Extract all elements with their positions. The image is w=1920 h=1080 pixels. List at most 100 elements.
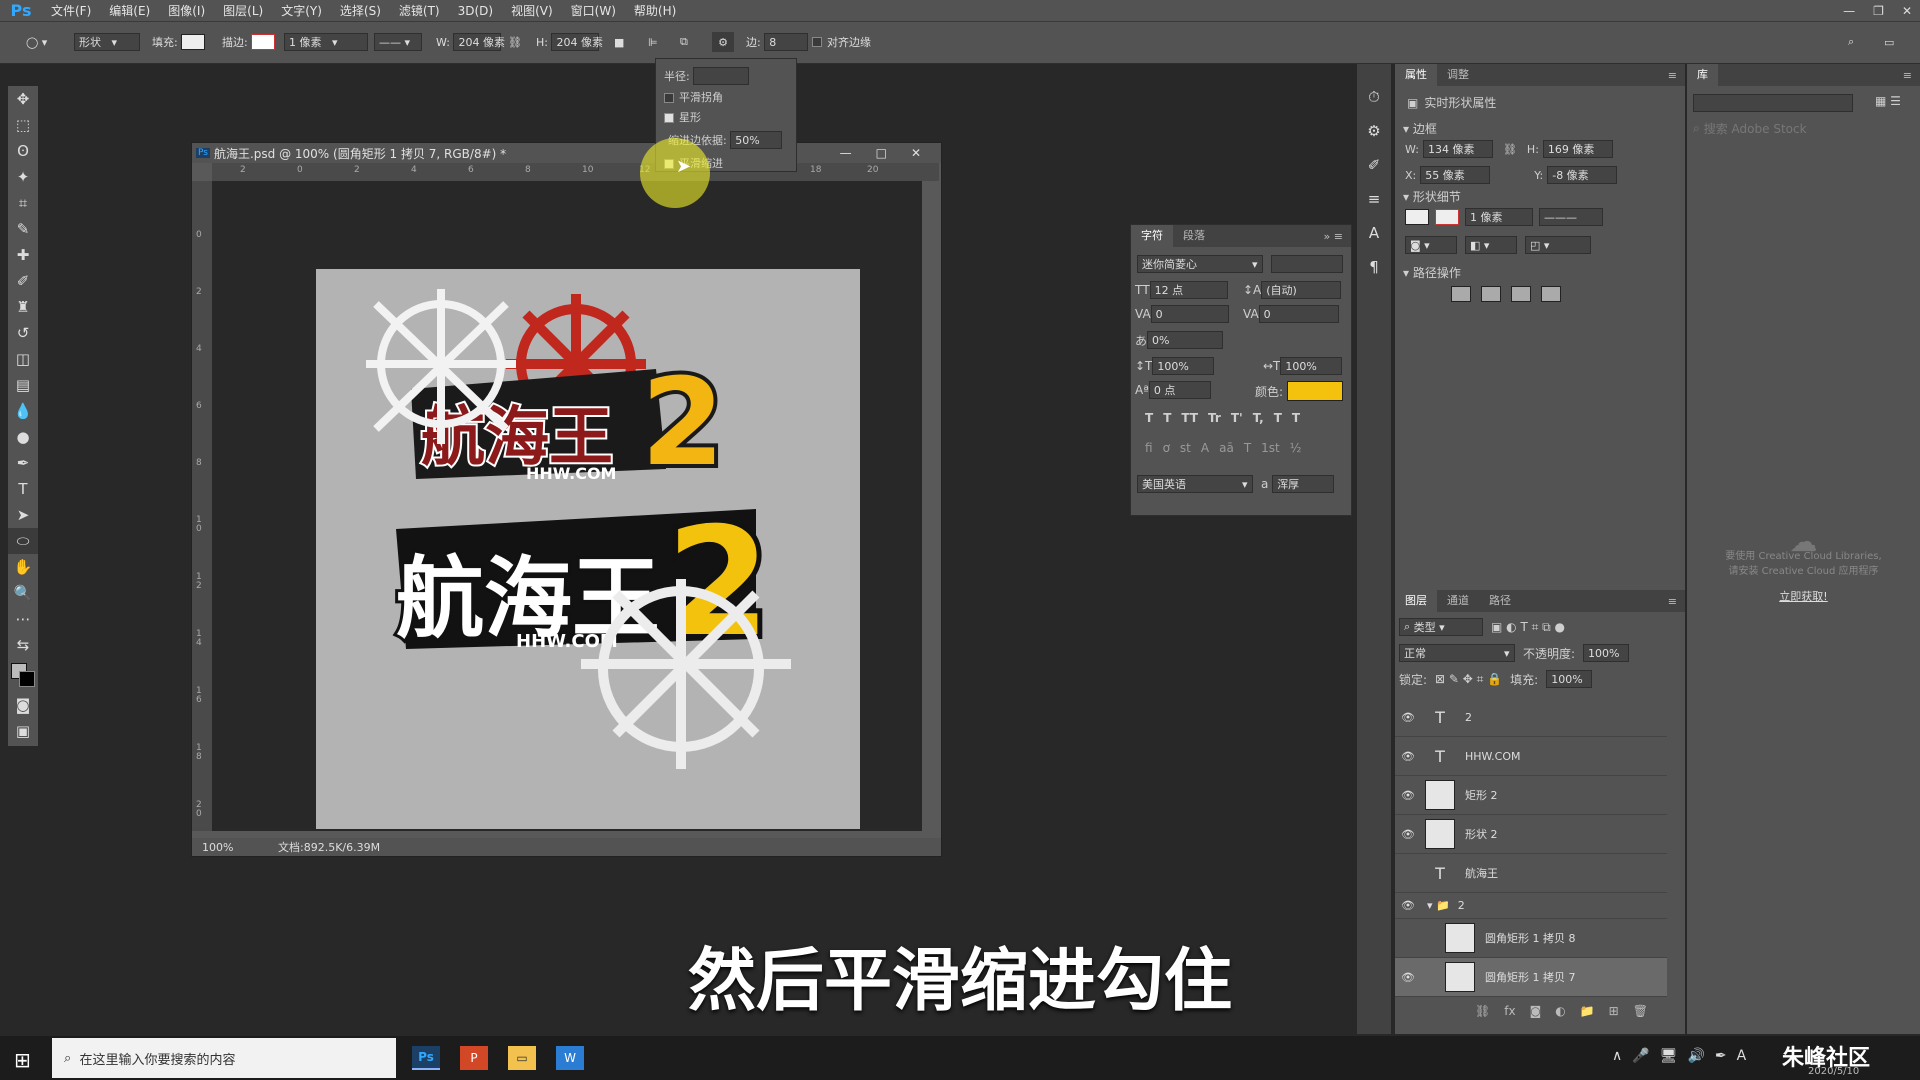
opacity-field[interactable]: 100% bbox=[1583, 644, 1630, 662]
zoom-level[interactable]: 100% bbox=[192, 841, 244, 854]
width-field[interactable]: 204 像素 bbox=[453, 33, 505, 51]
tab-character[interactable]: 字符 bbox=[1131, 225, 1173, 247]
vertical-scale-field[interactable]: 100% bbox=[1152, 357, 1215, 375]
stroke-size-select[interactable]: 1 像素 ▾ bbox=[284, 33, 368, 51]
subtract-shape-icon[interactable] bbox=[1481, 286, 1501, 302]
dodge-tool-icon[interactable]: ● bbox=[8, 424, 38, 450]
search-icon[interactable]: ⌕ bbox=[1848, 32, 1854, 52]
volume-icon[interactable]: 🔊 bbox=[1687, 1048, 1704, 1064]
blend-mode-select[interactable]: 正常 ▾ bbox=[1399, 644, 1515, 662]
star-checkbox[interactable] bbox=[664, 113, 674, 123]
photoshop-taskbar-icon[interactable]: Ps bbox=[412, 1046, 440, 1070]
menu-item[interactable]: 帮助(H) bbox=[625, 0, 685, 22]
type-tool-icon[interactable]: T bbox=[8, 476, 38, 502]
lasso-tool-icon[interactable]: ʘ bbox=[8, 138, 38, 164]
opentype-button[interactable]: 1st bbox=[1261, 441, 1280, 455]
font-size-field[interactable]: 12 点 bbox=[1149, 281, 1228, 299]
layer-row[interactable]: 👁 形状 2 bbox=[1395, 815, 1667, 854]
prop-width-field[interactable]: 134 像素 bbox=[1422, 140, 1493, 158]
path-ops-icon[interactable]: ■ bbox=[614, 32, 624, 52]
minimize-icon[interactable]: — bbox=[1843, 4, 1855, 18]
tab-paths[interactable]: 路径 bbox=[1479, 590, 1521, 612]
network-icon[interactable]: 🖥 bbox=[1660, 1048, 1678, 1064]
layer-filter-select[interactable]: ⌕ 类型 ▾ bbox=[1399, 618, 1483, 636]
microphone-icon[interactable]: 🎤 bbox=[1632, 1048, 1649, 1064]
path-arrange-icon[interactable]: ⧉ bbox=[680, 32, 688, 52]
clone-stamp-icon[interactable]: ♜ bbox=[8, 294, 38, 320]
kerning-field[interactable]: 0 bbox=[1150, 305, 1229, 323]
visibility-eye-icon[interactable]: 👁 bbox=[1395, 750, 1421, 763]
file-explorer-icon[interactable]: ▭ bbox=[508, 1046, 536, 1070]
crop-tool-icon[interactable]: ⌗ bbox=[8, 190, 38, 216]
brush-tool-icon[interactable]: ✐ bbox=[8, 268, 38, 294]
pen-icon[interactable]: ✒ bbox=[1715, 1048, 1727, 1064]
tsume-field[interactable]: 0% bbox=[1147, 331, 1224, 349]
type-style-button[interactable]: T, bbox=[1253, 411, 1264, 425]
sides-field[interactable]: 8 bbox=[764, 33, 809, 51]
text-color-swatch[interactable] bbox=[1286, 381, 1343, 401]
properties-icon[interactable]: ⚙ bbox=[1359, 118, 1389, 144]
taskbar-search[interactable]: ⌕ 在这里输入你要搜索的内容 bbox=[52, 1038, 396, 1078]
path-selection-icon[interactable]: ➤ bbox=[8, 502, 38, 528]
bounds-section[interactable]: ▾ 边框 bbox=[1403, 120, 1437, 137]
character-icon[interactable]: A bbox=[1359, 220, 1389, 246]
canvas[interactable]: 航海王 2 HHW.COM 航海王 2 HHW.COM bbox=[316, 269, 860, 829]
menu-item[interactable]: 图层(L) bbox=[214, 0, 272, 22]
opentype-button[interactable]: ơ bbox=[1163, 441, 1170, 455]
visibility-eye-icon[interactable]: 👁 bbox=[1395, 711, 1421, 724]
quick-mask-icon[interactable]: ◙ bbox=[8, 692, 38, 718]
layer-row[interactable]: 👁 ▾ 📁 2 bbox=[1395, 893, 1667, 919]
prop-stroke-type[interactable]: ——— bbox=[1539, 208, 1603, 226]
brush-panel-icon[interactable]: ✐ bbox=[1359, 152, 1389, 178]
menu-item[interactable]: 文件(F) bbox=[42, 0, 100, 22]
horizontal-ruler[interactable]: 202468101214161820 bbox=[212, 163, 939, 181]
prop-fill-swatch[interactable] bbox=[1405, 209, 1429, 225]
stock-search-input[interactable]: 搜索 Adobe Stock bbox=[1704, 120, 1807, 137]
visibility-eye-icon[interactable]: 👁 bbox=[1395, 899, 1421, 912]
menu-item[interactable]: 窗口(W) bbox=[562, 0, 625, 22]
font-family-select[interactable]: 迷你简菱心 ▾ bbox=[1137, 255, 1263, 273]
prop-link-icon[interactable]: ⛓ bbox=[1503, 143, 1517, 156]
paragraph-icon[interactable]: ¶ bbox=[1359, 254, 1389, 280]
font-style-select[interactable] bbox=[1271, 255, 1343, 273]
radius-field[interactable] bbox=[693, 67, 750, 85]
path-ops-section[interactable]: ▾ 路径操作 bbox=[1403, 264, 1461, 281]
menu-item[interactable]: 图像(I) bbox=[159, 0, 214, 22]
marquee-tool-icon[interactable]: ⬚ bbox=[8, 112, 38, 138]
combine-shapes-icon[interactable] bbox=[1451, 286, 1471, 302]
hand-tool-icon[interactable]: ✋ bbox=[8, 554, 38, 580]
powerpoint-taskbar-icon[interactable]: P bbox=[460, 1046, 488, 1070]
language-select[interactable]: 美国英语 ▾ bbox=[1137, 475, 1253, 493]
tab-libraries[interactable]: 库 bbox=[1687, 64, 1718, 86]
path-align-icon[interactable]: ⊫ bbox=[648, 32, 658, 52]
properties-menu-icon[interactable]: ≡ bbox=[1668, 69, 1685, 82]
type-style-button[interactable]: TT bbox=[1181, 411, 1198, 425]
type-style-button[interactable]: T bbox=[1145, 411, 1153, 425]
layer-row[interactable]: 👁 矩形 2 bbox=[1395, 776, 1667, 815]
tab-channels[interactable]: 通道 bbox=[1437, 590, 1479, 612]
doc-maximize-icon[interactable]: □ bbox=[876, 146, 887, 160]
gear-icon[interactable]: ⚙ bbox=[712, 32, 734, 52]
opentype-button[interactable]: fi bbox=[1145, 441, 1153, 455]
shape-detail-section[interactable]: ▾ 形状细节 bbox=[1403, 188, 1461, 205]
tracking-field[interactable]: 0 bbox=[1258, 305, 1339, 323]
layers-menu-icon[interactable]: ≡ bbox=[1668, 595, 1685, 608]
baseline-field[interactable]: 0 点 bbox=[1148, 381, 1211, 399]
height-field[interactable]: 204 像素 bbox=[551, 33, 603, 51]
document-tab[interactable]: Ps 航海王.psd @ 100% (圆角矩形 1 拷贝 7, RGB/8#) … bbox=[192, 143, 941, 163]
get-it-link[interactable]: 立即获取! bbox=[1687, 589, 1920, 604]
smooth-corners-checkbox[interactable] bbox=[664, 93, 674, 103]
screen-mode-icon[interactable]: ▣ bbox=[8, 718, 38, 744]
stroke-swatch[interactable] bbox=[251, 34, 276, 50]
eyedropper-icon[interactable]: ✎ bbox=[8, 216, 38, 242]
menu-item[interactable]: 3D(D) bbox=[449, 0, 502, 22]
type-style-button[interactable]: T bbox=[1163, 411, 1171, 425]
align-edges-checkbox[interactable] bbox=[812, 37, 822, 47]
stroke-align-select[interactable]: ◙ ▾ bbox=[1405, 236, 1457, 254]
library-select[interactable] bbox=[1693, 94, 1853, 112]
opentype-button[interactable]: T bbox=[1244, 441, 1251, 455]
prop-stroke-swatch[interactable] bbox=[1435, 209, 1459, 225]
close-icon[interactable]: ✕ bbox=[1902, 4, 1912, 18]
shape-tool-icon[interactable]: ⬭ bbox=[8, 528, 38, 554]
tool-preset-picker[interactable]: ◯ ▾ bbox=[26, 32, 47, 52]
